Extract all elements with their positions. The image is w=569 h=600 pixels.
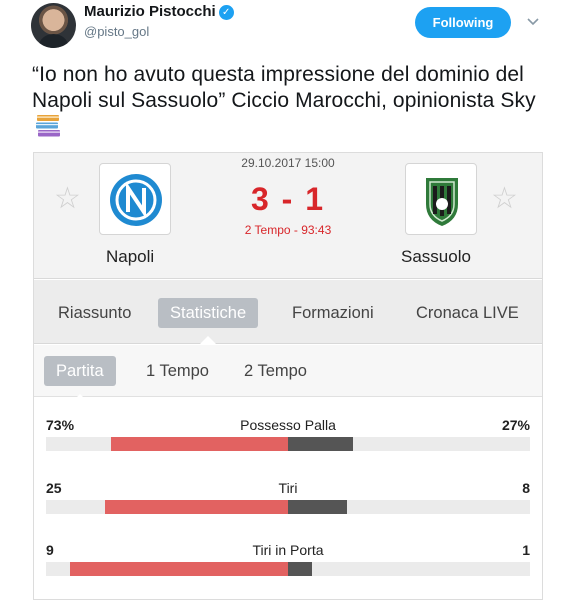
stat-bar-track	[46, 500, 530, 514]
stat-bar-away	[288, 437, 353, 451]
stat-bar-away	[288, 562, 312, 576]
stat-row: 73% Possesso Palla 27%	[34, 417, 542, 477]
match-tabs: Riassunto Statistiche Formazioni Cronaca…	[34, 280, 542, 344]
home-team-name: Napoli	[106, 247, 155, 266]
stat-bar-home	[105, 500, 288, 514]
stat-label: Tiri in Porta	[252, 542, 324, 558]
subtab-partita[interactable]: Partita	[44, 356, 116, 402]
tweet-text-content: “Io non ho avuto questa impressione del …	[32, 63, 536, 112]
stat-bar-home	[111, 437, 288, 451]
stat-bar-home	[70, 562, 288, 576]
subtab-2-tempo[interactable]: 2 Tempo	[232, 356, 319, 386]
match-header: 29.10.2017 15:00 ☆ Napoli 3 - 1 2 Tempo …	[34, 153, 542, 279]
tab-cronaca-live[interactable]: Cronaca LIVE	[404, 298, 531, 328]
author-name[interactable]: Maurizio Pistocchi ✓	[84, 3, 234, 20]
tab-formazioni[interactable]: Formazioni	[280, 298, 386, 328]
period-subtabs: Partita 1 Tempo 2 Tempo	[34, 345, 542, 402]
stat-label: Possesso Palla	[240, 417, 336, 433]
avatar[interactable]	[31, 3, 76, 48]
stat-away-value: 1	[522, 542, 530, 558]
tweet-text: “Io non ho avuto questa impressione del …	[32, 62, 542, 140]
books-icon	[36, 115, 60, 137]
stat-row: 25 Tiri 8	[34, 480, 542, 540]
stat-away-value: 27%	[501, 417, 530, 433]
stat-row: 9 Tiri in Porta 1	[34, 542, 542, 599]
match-stats-image[interactable]: 29.10.2017 15:00 ☆ Napoli 3 - 1 2 Tempo …	[33, 152, 543, 600]
stat-away-value: 8	[522, 480, 530, 496]
author-handle[interactable]: @pisto_gol	[84, 24, 149, 39]
stat-bar-track	[46, 562, 530, 576]
away-team-name: Sassuolo	[401, 247, 471, 266]
stat-bar-track	[46, 437, 530, 451]
stat-label: Tiri	[278, 480, 298, 496]
following-button[interactable]: Following	[415, 7, 511, 38]
stat-bar-away	[288, 500, 347, 514]
verified-badge-icon: ✓	[218, 5, 234, 20]
sassuolo-logo	[405, 163, 477, 235]
favorite-away-star-icon[interactable]: ☆	[491, 181, 518, 216]
subtab-1-tempo[interactable]: 1 Tempo	[134, 356, 221, 386]
tab-riassunto[interactable]: Riassunto	[46, 298, 143, 328]
chevron-down-icon[interactable]	[526, 14, 540, 28]
tab-statistiche[interactable]: Statistiche	[158, 298, 259, 344]
author-name-text[interactable]: Maurizio Pistocchi	[84, 3, 216, 20]
